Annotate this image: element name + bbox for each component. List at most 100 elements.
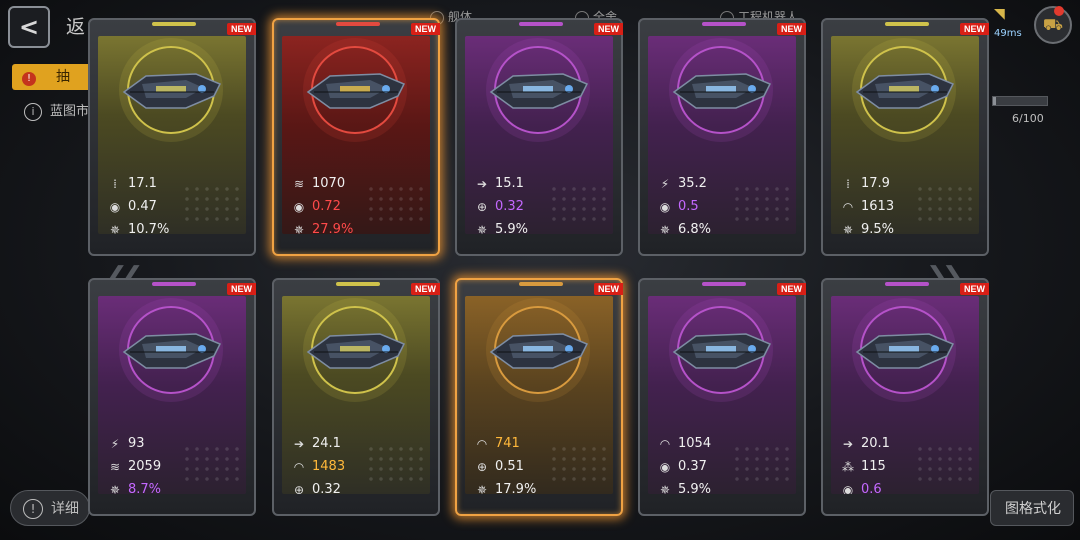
- stat-list: ≋ 1070 ◉ 0.72 ✵ 27.9% ❖ 镜像: [290, 172, 424, 234]
- new-badge: NEW: [960, 283, 989, 295]
- stat-value: 0.6: [861, 482, 882, 494]
- stat-value: 741: [495, 436, 520, 451]
- stat-row: ✵ 6.8%: [656, 218, 790, 234]
- stat-row: ⁂ 115: [839, 455, 973, 478]
- card-panel: ➔ 20.1 ⁂ 115 ◉ 0.6: [831, 296, 979, 494]
- format-button[interactable]: 图格式化: [990, 490, 1074, 526]
- new-badge: NEW: [411, 23, 440, 35]
- card-panel: ➔ 15.1 ⊕ 0.32 ✵ 5.9%: [465, 36, 613, 234]
- stat-value: 27.9%: [312, 222, 354, 234]
- aim-icon: ⊕: [293, 482, 305, 495]
- blueprint-card[interactable]: NEW ⁞ 17.1 ◉ 0.47 ✵ 10.7% ⛊ 能量盾: [88, 18, 256, 256]
- ship-icon: [122, 73, 222, 109]
- stat-list: ◠ 741 ⊕ 0.51 ✵ 17.9% ◌ 隐形: [473, 432, 607, 494]
- stat-value: 24.1: [312, 436, 341, 451]
- rarity-bar: [336, 22, 380, 26]
- crit-icon: ✵: [293, 222, 305, 235]
- cart-button[interactable]: ⛟: [1034, 6, 1072, 44]
- new-badge: NEW: [227, 23, 256, 35]
- blueprint-card[interactable]: NEW ≋ 1070 ◉ 0.72 ✵ 27.9% ❖ 镜像: [272, 18, 440, 256]
- stat-value: 0.37: [678, 459, 707, 474]
- new-badge: NEW: [594, 283, 623, 295]
- cooldown-icon: ◉: [659, 459, 671, 474]
- ship-icon: [306, 73, 406, 109]
- blueprint-card[interactable]: NEW ➔ 24.1 ◠ 1483 ⊕ 0.32 ❖ 镜像: [272, 278, 440, 516]
- info-icon: i: [24, 103, 42, 121]
- crit-icon: ✵: [659, 222, 671, 235]
- stat-value: 0.47: [128, 199, 157, 214]
- blueprint-card[interactable]: NEW ◠ 1054 ◉ 0.37 ✵ 5.9%: [638, 278, 806, 516]
- stat-value: 0.51: [495, 459, 524, 474]
- stat-row: ✵ 5.9%: [656, 478, 790, 494]
- stat-row: ◠ 741: [473, 432, 607, 455]
- stat-value: 2059: [128, 459, 162, 474]
- stat-list: ⁞ 17.1 ◉ 0.47 ✵ 10.7% ⛊ 能量盾: [106, 172, 240, 234]
- card-panel: ⚡ 35.2 ◉ 0.5 ✵ 6.8%: [648, 36, 796, 234]
- stat-list: ⁞ 17.9 ◠ 1613 ✵ 9.5% ↺ 时光回溯: [839, 172, 973, 234]
- notification-dot: [1054, 6, 1064, 16]
- blueprint-card[interactable]: NEW ◠ 741 ⊕ 0.51 ✵ 17.9% ◌ 隐形: [455, 278, 623, 516]
- stat-row: ⁞ 17.9: [839, 172, 973, 195]
- new-badge: NEW: [960, 23, 989, 35]
- damage-icon: ⚡: [660, 176, 670, 191]
- rarity-bar: [152, 22, 196, 26]
- stat-row: ◠ 1613: [839, 195, 973, 218]
- blueprint-card[interactable]: NEW ⚡ 93 ≋ 2059 ✵ 8.7%: [88, 278, 256, 516]
- stat-value: 0.32: [495, 199, 524, 214]
- rarity-bar: [702, 282, 746, 286]
- stat-value: 20.1: [861, 436, 890, 451]
- crit-icon: ✵: [109, 222, 121, 235]
- new-badge: NEW: [777, 283, 806, 295]
- info-row: i 蓝图市: [24, 100, 89, 121]
- stat-row: ➔ 20.1: [839, 432, 973, 455]
- crit-icon: ✵: [659, 482, 671, 495]
- stat-list: ➔ 20.1 ⁂ 115 ◉ 0.6: [839, 432, 973, 494]
- back-button[interactable]: <: [8, 6, 50, 48]
- stat-value: 115: [861, 459, 886, 474]
- card-panel: ◠ 741 ⊕ 0.51 ✵ 17.9% ◌ 隐形: [465, 296, 613, 494]
- blueprint-card[interactable]: NEW ⚡ 35.2 ◉ 0.5 ✵ 6.8%: [638, 18, 806, 256]
- stat-row: ✵ 17.9%: [473, 478, 607, 494]
- blueprint-card[interactable]: NEW ➔ 15.1 ⊕ 0.32 ✵ 5.9%: [455, 18, 623, 256]
- stat-value: 6.8%: [678, 222, 712, 234]
- aim-icon: ⊕: [476, 199, 488, 214]
- cooldown-icon: ◉: [842, 482, 854, 495]
- rarity-bar: [702, 22, 746, 26]
- detail-button[interactable]: ! 详细: [10, 490, 90, 526]
- stat-value: 8.7%: [128, 482, 162, 494]
- stat-value: 10.7%: [128, 222, 170, 234]
- stat-row: ⁞ 17.1: [106, 172, 240, 195]
- hull-icon: ≋: [293, 176, 305, 191]
- stat-row: ✵ 5.9%: [473, 218, 607, 234]
- blueprint-card[interactable]: NEW ➔ 20.1 ⁂ 115 ◉ 0.6: [821, 278, 989, 516]
- stat-value: 1483: [312, 459, 346, 474]
- stat-row: ⚡ 35.2: [656, 172, 790, 195]
- card-panel: ⚡ 93 ≋ 2059 ✵ 8.7%: [98, 296, 246, 494]
- draw-tab[interactable]: ! 抽: [12, 64, 92, 90]
- ammo-icon: ⁞: [846, 176, 850, 191]
- cooldown-icon: ◉: [659, 199, 671, 214]
- progress-bar: [992, 96, 1048, 106]
- blueprint-card[interactable]: NEW ⁞ 17.9 ◠ 1613 ✵ 9.5% ↺ 时光回溯: [821, 18, 989, 256]
- stat-value: 17.9: [861, 176, 890, 191]
- card-panel: ◠ 1054 ◉ 0.37 ✵ 5.9%: [648, 296, 796, 494]
- hull-icon: ≋: [109, 459, 121, 474]
- cooldown-icon: ◉: [293, 199, 305, 214]
- ship-icon: [122, 333, 222, 369]
- stat-row: ◠ 1054: [656, 432, 790, 455]
- stat-list: ⚡ 93 ≋ 2059 ✵ 8.7%: [106, 432, 240, 494]
- stat-value: 1070: [312, 176, 346, 191]
- crit-icon: ✵: [476, 222, 488, 235]
- stat-row: ⚡ 93: [106, 432, 240, 455]
- card-panel: ➔ 24.1 ◠ 1483 ⊕ 0.32 ❖ 镜像: [282, 296, 430, 494]
- stat-value: 1613: [861, 199, 895, 214]
- armor-icon: ◠: [293, 459, 305, 474]
- progress-fill: [993, 97, 997, 105]
- crit-icon: ✵: [109, 482, 121, 495]
- stat-row: ⊕ 0.32: [473, 195, 607, 218]
- ship-icon: [489, 333, 589, 369]
- cart-icon: ⛟: [1042, 14, 1064, 34]
- stat-row: ≋ 1070: [290, 172, 424, 195]
- stat-value: 35.2: [678, 176, 707, 191]
- rarity-bar: [519, 282, 563, 286]
